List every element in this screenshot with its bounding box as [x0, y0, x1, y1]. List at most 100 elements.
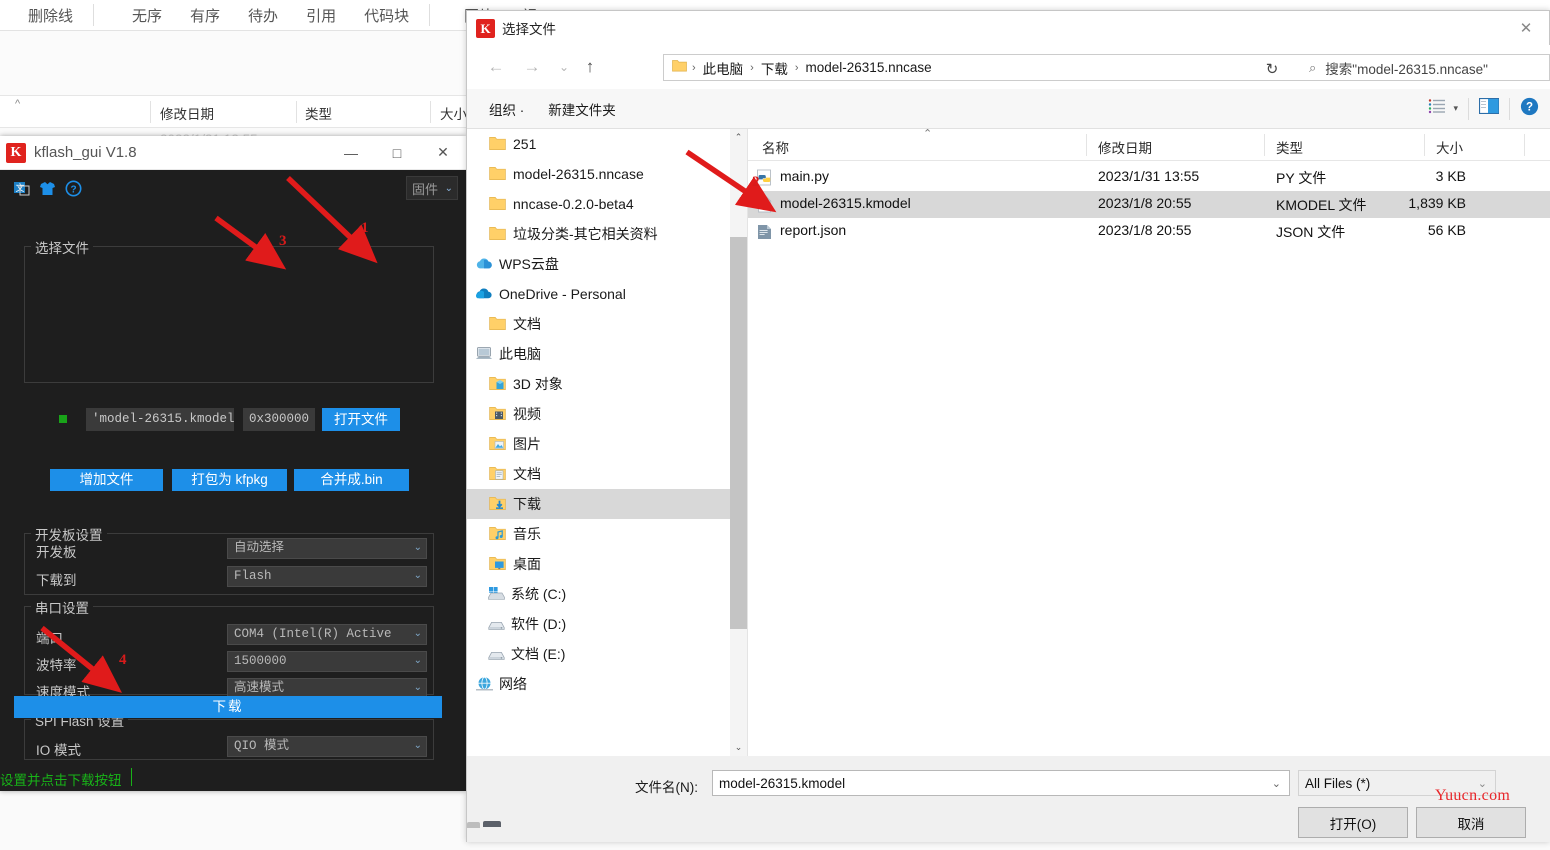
nav-item-0[interactable]: 251	[467, 129, 742, 159]
column-header-name[interactable]: 名称	[762, 137, 789, 157]
recent-locations-icon[interactable]: ⌄	[551, 54, 577, 80]
help-icon[interactable]: ?	[60, 175, 86, 201]
nav-item-13[interactable]: 音乐	[467, 519, 742, 549]
breadcrumb-current-folder[interactable]: model-26315.nncase	[804, 60, 934, 75]
kflash-pack-kfpkg-button[interactable]: 打包为 kfpkg	[172, 469, 287, 491]
kflash-baud-combo[interactable]: 1500000 ⌄	[227, 651, 427, 672]
navpane-scroll-thumb[interactable]	[730, 237, 747, 629]
open-button[interactable]: 打开(O)	[1298, 807, 1408, 838]
dialog-title: 选择文件	[502, 22, 556, 37]
navigation-pane[interactable]: 251 model-26315.nncase nncase-0.2.0-beta4 垃…	[467, 129, 742, 756]
nav-item-14[interactable]: 桌面	[467, 549, 742, 579]
kflash-titlebar[interactable]: K kflash_gui V1.8 — □ ✕	[0, 136, 466, 170]
nav-item-10[interactable]: 图片	[467, 429, 742, 459]
preview-pane-icon[interactable]	[1478, 97, 1500, 119]
column-header-type[interactable]: 类型	[1276, 137, 1303, 157]
help-icon[interactable]: ?	[1520, 97, 1539, 121]
language-icon[interactable]: 文	[8, 175, 34, 201]
filename-input[interactable]: model-26315.kmodel ⌄	[712, 770, 1290, 796]
cancel-button[interactable]: 取消	[1416, 807, 1526, 838]
resize-grip-left[interactable]	[467, 822, 480, 828]
navpane-scrollbar[interactable]: ⌃ ⌄	[730, 129, 747, 756]
chevron-down-icon: ⌄	[413, 741, 422, 752]
kflash-close-button[interactable]: ✕	[420, 136, 466, 169]
nav-item-4[interactable]: WPS云盘	[467, 249, 742, 279]
back-icon[interactable]: ←	[483, 54, 509, 80]
svg-text:?: ?	[70, 184, 76, 195]
chevron-down-icon[interactable]: ⌄	[1272, 777, 1281, 790]
dialog-close-button[interactable]: ✕	[1503, 12, 1549, 45]
file-list-pane[interactable]: 名称 修改日期 类型 大小 ⌃ main.py 2023/1/31 13:55 PY…	[748, 128, 1550, 756]
folder-icon	[489, 136, 506, 153]
md-tool-strikethrough[interactable]: 删除线	[14, 5, 87, 26]
dialog-titlebar[interactable]: K 选择文件 ✕	[467, 11, 1549, 45]
md-tool-unordered-list[interactable]: 无序	[118, 5, 176, 26]
file-row-1[interactable]: model-26315.kmodel 2023/1/8 20:55 KMODEL 文…	[748, 191, 1550, 218]
kflash-merge-bin-button[interactable]: 合并成.bin	[294, 469, 409, 491]
kflash-open-file-button[interactable]: 打开文件	[322, 408, 400, 431]
md-tool-todo[interactable]: 待办	[234, 5, 292, 26]
file-row-2[interactable]: report.json 2023/1/8 20:55 JSON 文件 56 KB	[748, 218, 1550, 245]
nav-item-5[interactable]: OneDrive - Personal	[467, 279, 742, 309]
up-icon[interactable]: ↑	[577, 54, 603, 80]
file-row-0[interactable]: main.py 2023/1/31 13:55 PY 文件 3 KB	[748, 164, 1550, 191]
nav-item-15[interactable]: 系统 (C:)	[467, 579, 742, 609]
onedrive-icon	[475, 286, 492, 303]
theme-shirt-icon[interactable]	[34, 175, 60, 201]
breadcrumb-downloads[interactable]: 下载	[759, 58, 790, 78]
nav-item-11[interactable]: 文档	[467, 459, 742, 489]
scroll-down-icon[interactable]: ⌄	[730, 739, 747, 756]
nav-item-label: 文档 (E:)	[511, 646, 566, 662]
new-folder-button[interactable]: 新建文件夹	[536, 99, 628, 119]
file-enabled-indicator[interactable]	[59, 415, 67, 423]
nav-item-9[interactable]: 视频	[467, 399, 742, 429]
nav-item-1[interactable]: model-26315.nncase	[467, 159, 742, 189]
nav-item-17[interactable]: 文档 (E:)	[467, 639, 742, 669]
scroll-up-icon[interactable]: ⌃	[730, 129, 747, 146]
kflash-file-address-input[interactable]: 0x300000	[243, 408, 315, 431]
nav-item-7[interactable]: 此电脑	[467, 339, 742, 369]
kflash-firmware-combo[interactable]: 固件 ⌄	[406, 176, 458, 200]
kflash-download-button[interactable]: 下载	[14, 696, 442, 718]
annotation-number-1: 1	[361, 220, 369, 236]
kflash-add-file-button[interactable]: 增加文件	[50, 469, 163, 491]
folder-icon	[672, 59, 687, 77]
nav-item-label: 文档	[513, 316, 541, 332]
md-tool-quote[interactable]: 引用	[292, 5, 350, 26]
file-list-header[interactable]: 名称 修改日期 类型 大小 ⌃	[748, 128, 1550, 161]
breadcrumb-this-pc[interactable]: 此电脑	[701, 58, 746, 78]
nav-item-2[interactable]: nncase-0.2.0-beta4	[467, 189, 742, 219]
column-header-size[interactable]: 大小	[1436, 137, 1463, 157]
file-name: model-26315.kmodel	[780, 195, 911, 211]
view-options-icon[interactable]	[1428, 98, 1447, 119]
nav-item-12[interactable]: 下载	[467, 489, 742, 519]
kflash-port-combo[interactable]: COM4 (Intel(R) Active ⌄	[227, 624, 427, 645]
kflash-file-group-title: 选择文件	[31, 237, 93, 257]
commandbar-divider	[1468, 97, 1469, 120]
nav-item-3[interactable]: 垃圾分类-其它相关资料	[467, 219, 742, 249]
kflash-minimize-button[interactable]: —	[328, 136, 374, 169]
file-open-dialog: K 选择文件 ✕ ← → ⌄ ↑ › 此电脑 › 下载 › model-2631…	[466, 10, 1550, 842]
refresh-icon[interactable]: ↻	[1257, 55, 1287, 82]
nav-item-16[interactable]: 软件 (D:)	[467, 609, 742, 639]
kflash-toolbar[interactable]: 文 ? 固件 ⌄	[0, 170, 466, 206]
folder-icon	[489, 316, 506, 333]
kflash-board-combo[interactable]: 自动选择 ⌄	[227, 538, 427, 559]
kflash-target-combo[interactable]: Flash ⌄	[227, 566, 427, 587]
organize-button[interactable]: 组织 ·	[477, 99, 536, 119]
nav-item-8[interactable]: 3D 对象	[467, 369, 742, 399]
md-tool-ordered-list[interactable]: 有序	[176, 5, 234, 26]
forward-icon[interactable]: →	[519, 54, 545, 80]
search-input[interactable]: ⌕ 搜索"model-26315.nncase"	[1296, 54, 1550, 81]
column-header-modified[interactable]: 修改日期	[1098, 137, 1152, 157]
nav-item-6[interactable]: 文档	[467, 309, 742, 339]
kflash-target-label: 下载到	[36, 573, 77, 588]
kflash-maximize-button[interactable]: □	[374, 136, 420, 169]
resize-grip-right[interactable]	[483, 821, 501, 827]
nav-item-18[interactable]: 网络	[467, 669, 742, 699]
md-tool-codeblock[interactable]: 代码块	[350, 5, 423, 26]
view-options-caret-icon[interactable]: ▾	[1453, 103, 1458, 114]
filename-value: model-26315.kmodel	[719, 775, 846, 791]
kflash-io-mode-combo[interactable]: QIO 模式 ⌄	[227, 736, 427, 757]
kflash-file-path-input[interactable]: 'model-26315.kmodel	[86, 408, 234, 431]
